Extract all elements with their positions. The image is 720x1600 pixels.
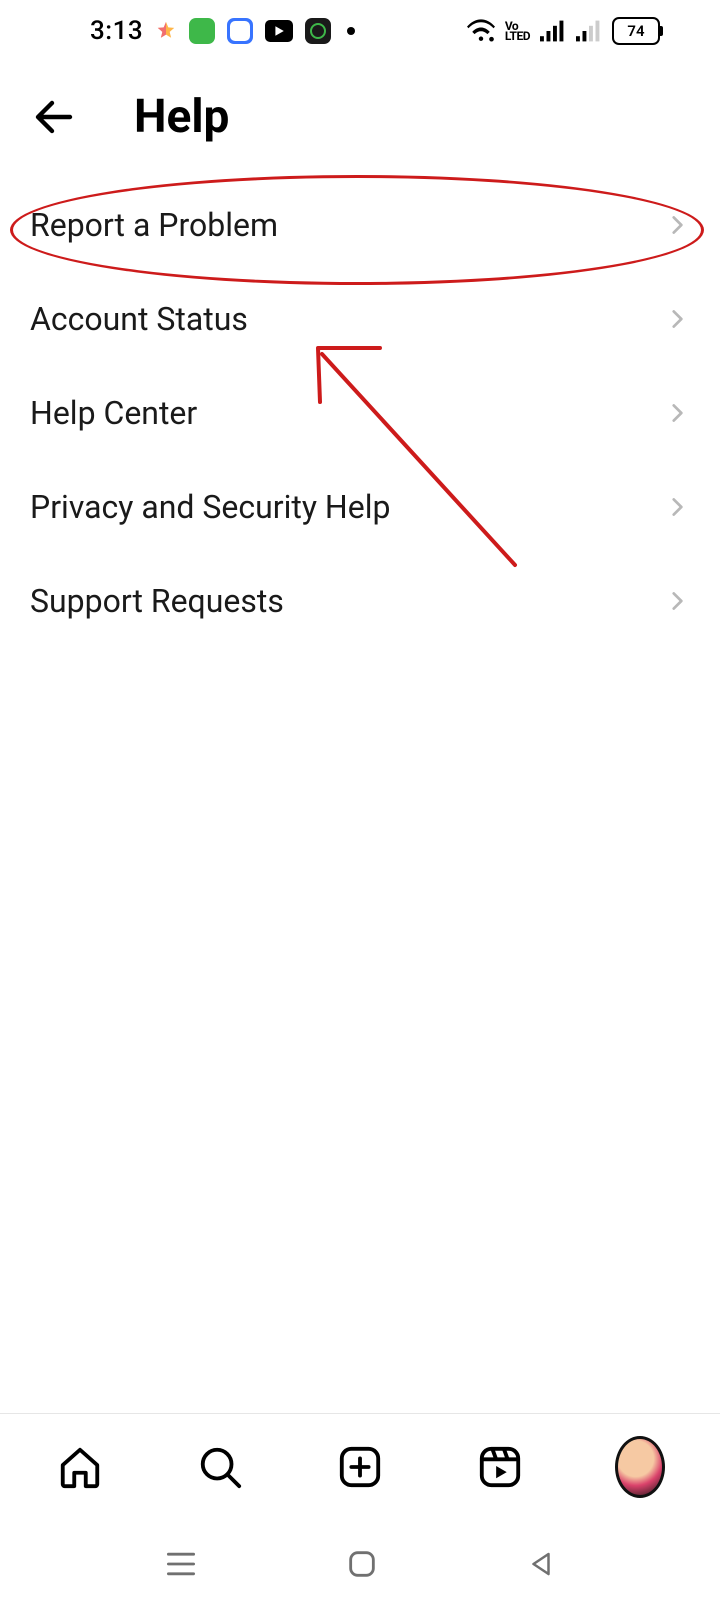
menu-item-label: Support Requests [30,582,284,620]
home-icon [57,1444,103,1490]
system-nav-bar [0,1528,720,1600]
help-menu-list: Report a Problem Account Status Help Cen… [0,178,720,648]
more-notifications-dot [347,27,355,35]
app-icon-green [189,18,215,44]
menu-item-help-center[interactable]: Help Center [30,366,690,460]
status-bar: 3:13 Vo LTED 74 [0,0,720,62]
chevron-right-icon [664,588,690,614]
status-left: 3:13 [90,16,355,46]
sys-recent-button[interactable] [164,1550,198,1578]
star-icon [155,20,177,42]
app-icon-round [305,18,331,44]
app-header: Help [0,62,720,178]
signal-2-icon [576,20,602,42]
app-icon-blue [227,18,253,44]
nav-search-button[interactable] [195,1442,245,1492]
battery-indicator: 74 [612,17,660,45]
volte-indicator: Vo LTED [505,21,530,41]
bottom-nav [0,1413,720,1520]
menu-item-label: Privacy and Security Help [30,488,390,526]
chevron-right-icon [664,400,690,426]
device-frame: 3:13 Vo LTED 74 [0,0,720,1600]
menu-item-account-status[interactable]: Account Status [30,272,690,366]
menu-item-support-requests[interactable]: Support Requests [30,554,690,648]
wifi-icon [467,19,495,43]
status-right: Vo LTED 74 [467,17,660,45]
search-icon [197,1444,243,1490]
menu-item-label: Report a Problem [30,206,278,244]
sys-home-button[interactable] [345,1547,379,1581]
nav-create-button[interactable] [335,1442,385,1492]
menu-item-report-a-problem[interactable]: Report a Problem [30,178,690,272]
page-title: Help [134,90,229,144]
menu-item-label: Account Status [30,300,248,338]
chevron-right-icon [664,494,690,520]
nav-profile-button[interactable] [615,1442,665,1492]
status-clock: 3:13 [90,16,143,46]
menu-item-privacy-security[interactable]: Privacy and Security Help [30,460,690,554]
profile-avatar [615,1436,665,1498]
chevron-right-icon [664,212,690,238]
nav-reels-button[interactable] [475,1442,525,1492]
youtube-icon [265,20,293,42]
menu-item-label: Help Center [30,394,197,432]
chevron-right-icon [664,306,690,332]
reels-icon [477,1444,523,1490]
plus-square-icon [337,1444,383,1490]
back-button[interactable] [30,93,78,141]
nav-home-button[interactable] [55,1442,105,1492]
sys-back-button[interactable] [526,1549,556,1579]
signal-1-icon [540,20,566,42]
